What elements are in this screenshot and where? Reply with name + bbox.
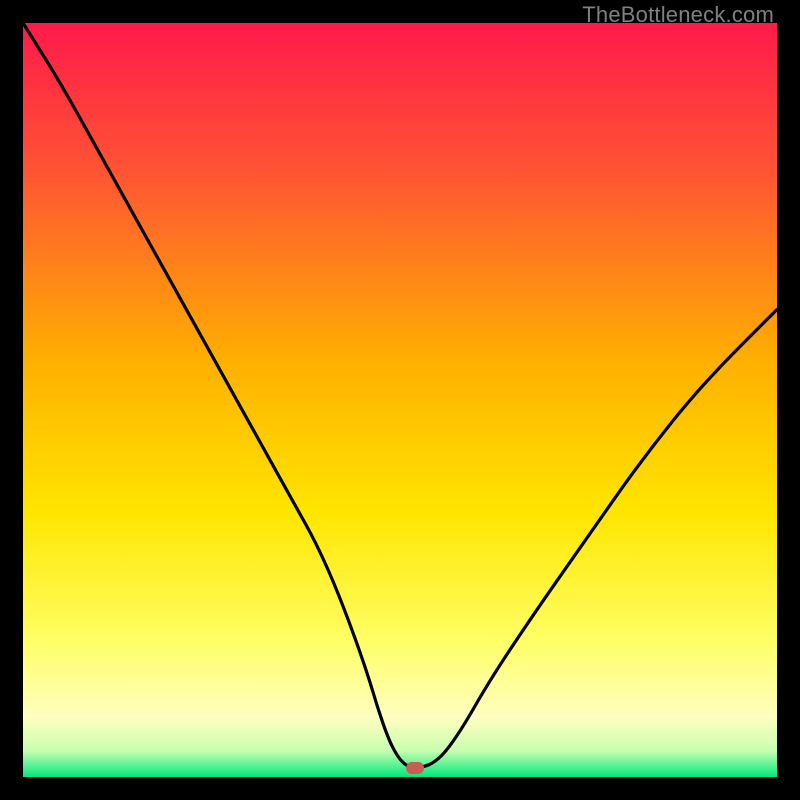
chart-frame <box>23 23 777 777</box>
bottleneck-chart <box>23 23 777 777</box>
chart-background <box>23 23 777 777</box>
optimal-point-marker <box>406 762 424 774</box>
